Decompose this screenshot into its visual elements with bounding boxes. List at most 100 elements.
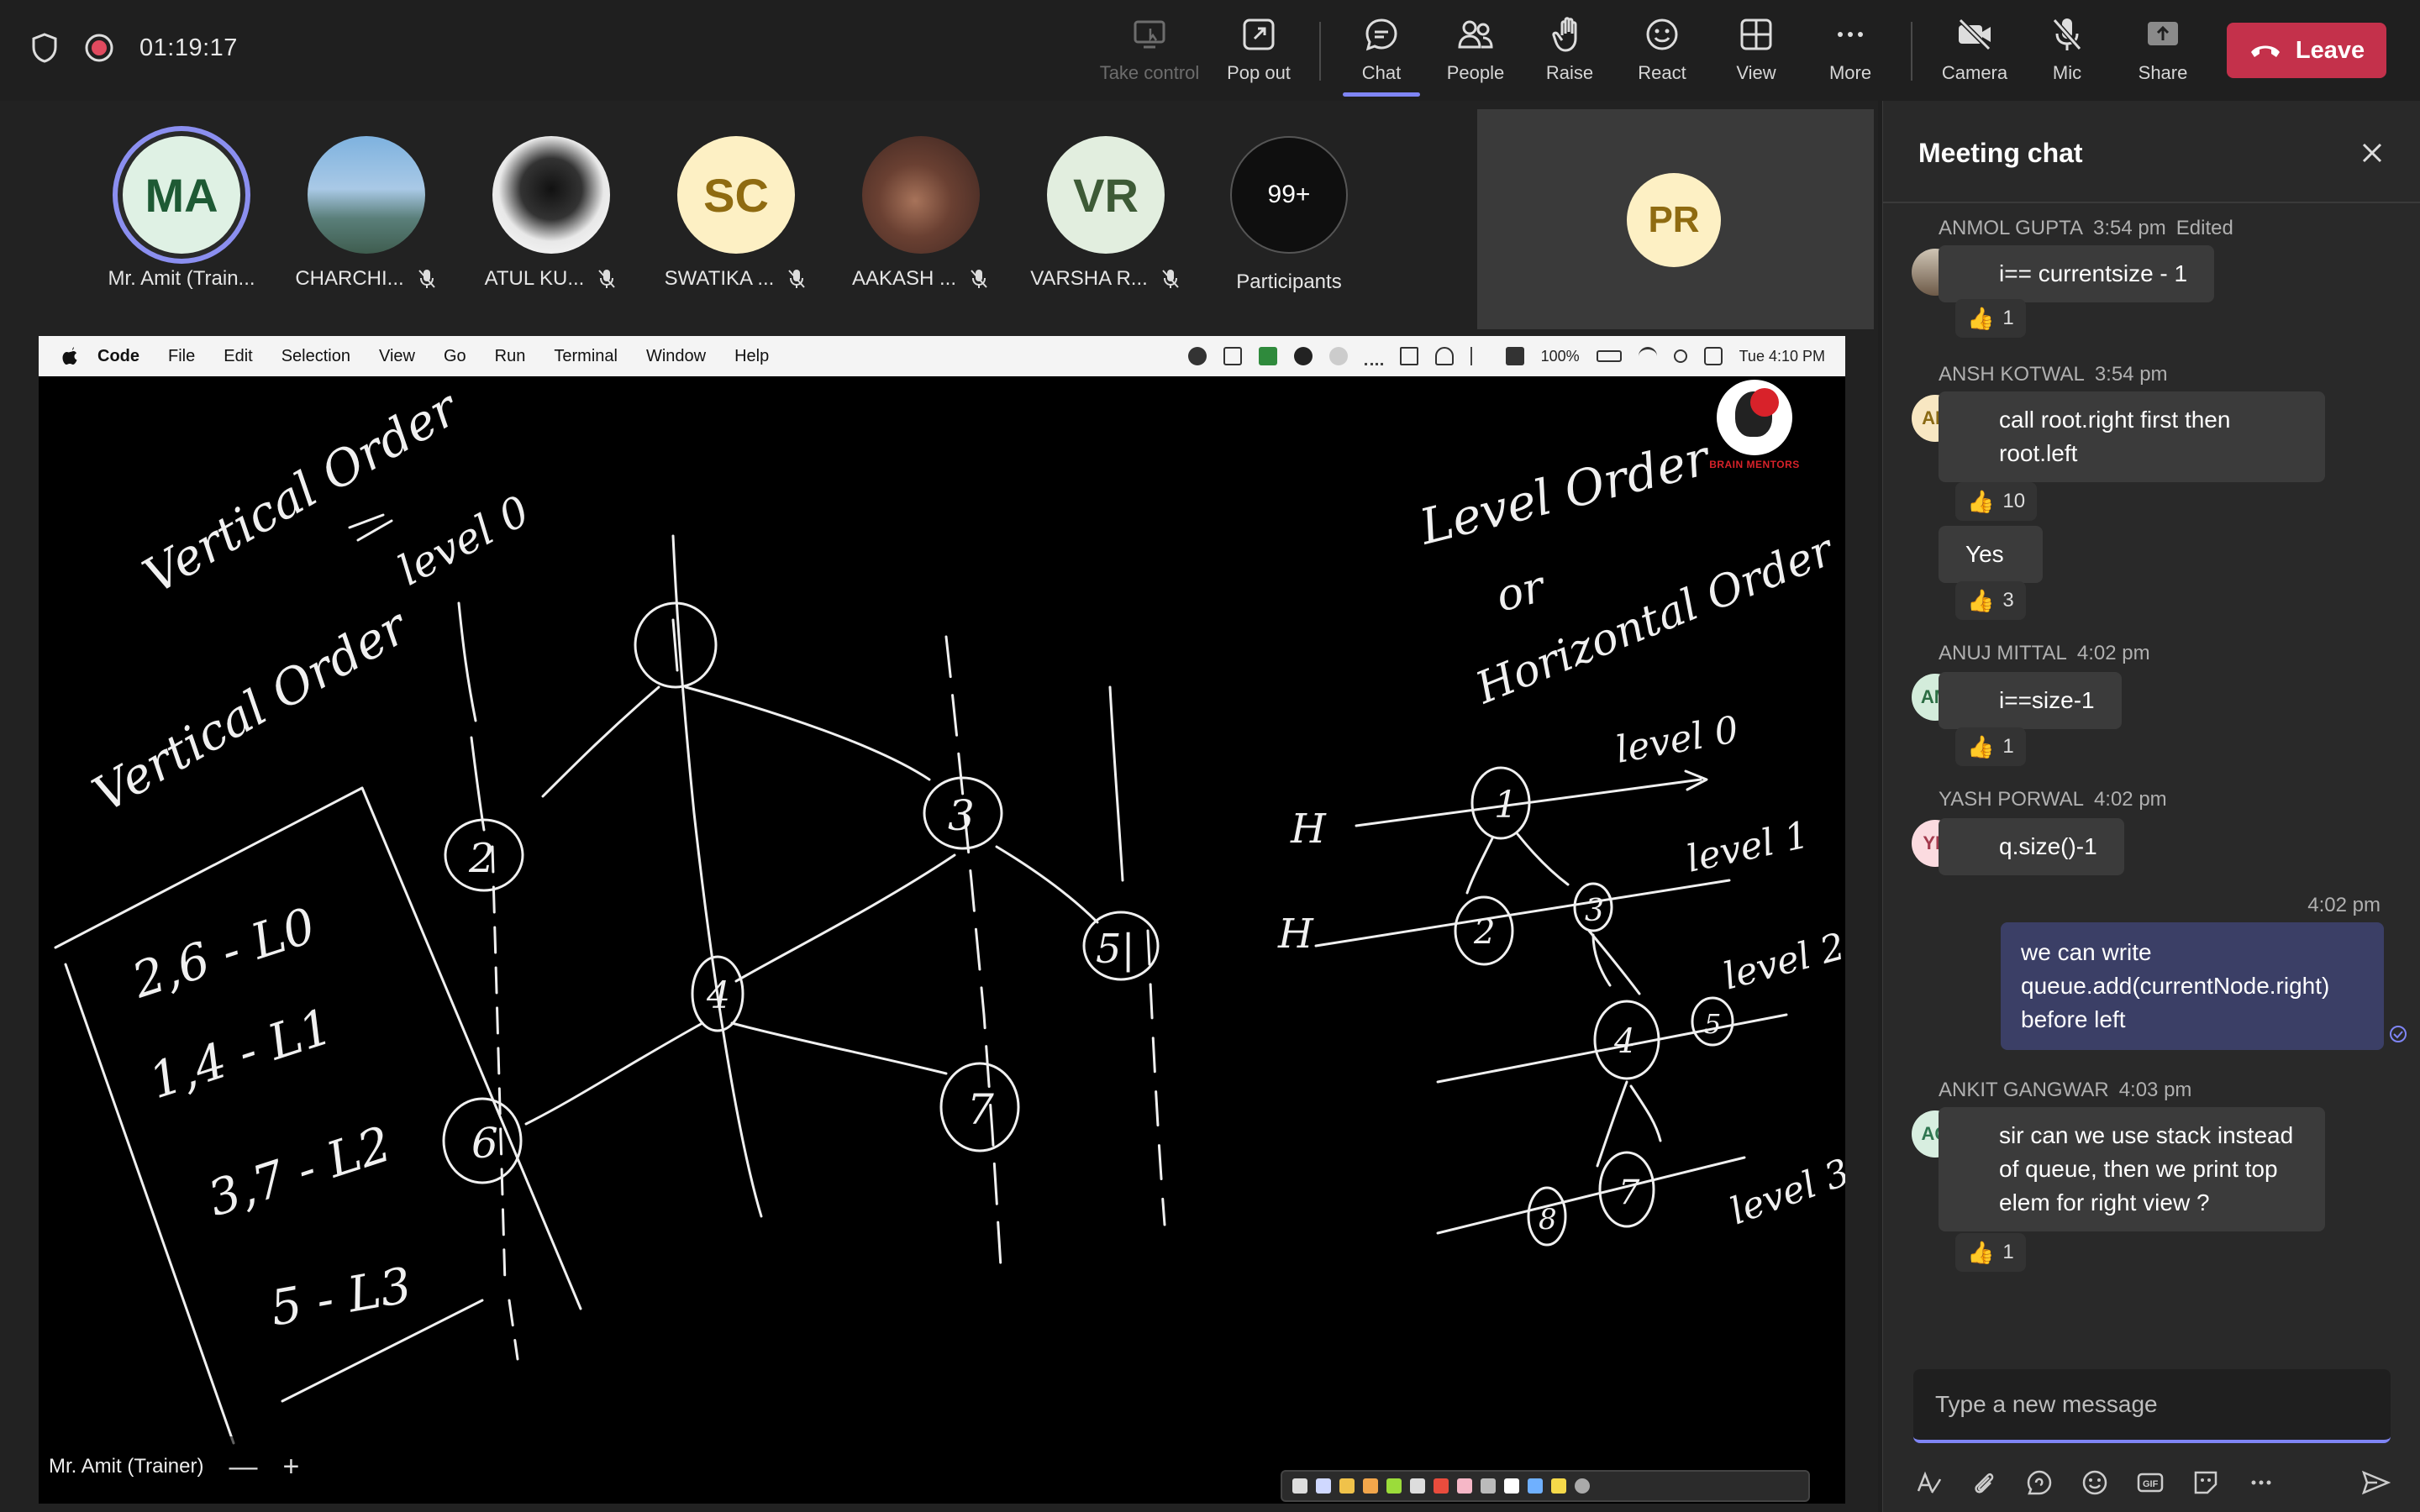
take-control-button[interactable]: Take control [1099,15,1200,91]
menu-item-file[interactable]: File [168,347,195,366]
logo-text: BRAIN MENTORS [1709,459,1800,470]
participant-name: Mr. Amit (Train... [108,267,255,290]
control-center-icon[interactable] [1703,347,1723,365]
participant-tile[interactable]: VR VARSHA R... [1022,136,1190,291]
apple-icon [62,347,77,365]
shape-tool-icon[interactable] [1434,1478,1449,1494]
box-line-2: 1,4 - L1 [142,997,339,1110]
loop-icon[interactable] [2024,1467,2054,1498]
menu-item-edit[interactable]: Edit [224,347,252,366]
chat-title: Meeting chat [1918,138,2083,168]
presenter-label: Mr. Amit (Trainer) — + [39,1436,310,1497]
camera-button[interactable]: Camera [1924,15,2025,91]
mic-button[interactable]: Mic [2017,15,2118,91]
mac-status-area: 100% Tue 4:10 PM [1187,336,1825,376]
reaction-like[interactable]: 👍 1 [1955,299,2026,338]
message-bubble[interactable]: sir can we use stack instead of queue, t… [1939,1107,2325,1231]
message-text: before left [2021,1006,2126,1032]
zoom-in-button[interactable]: + [282,1451,299,1483]
reaction-like[interactable]: 👍 3 [1955,581,2026,620]
share-button[interactable]: Share [2112,15,2213,91]
node-4: 4 [706,974,730,1017]
reaction-like[interactable]: 👍 1 [1955,727,2026,766]
message-bubble[interactable]: Yes [1939,526,2043,583]
attach-icon[interactable] [1969,1467,1999,1498]
menu-item-window[interactable]: Window [646,347,706,366]
message-bubble[interactable]: q.size()-1 [1939,818,2124,875]
chat-button[interactable]: Chat [1331,15,1432,91]
participant-tile[interactable]: CHARCHI... [282,136,450,291]
level-node-4: 4 [1613,1022,1635,1061]
menu-item-view[interactable]: View [379,347,415,366]
format-icon[interactable] [1913,1467,1944,1498]
message-header: ANSH KOTWAL 3:54 pm [1939,363,2168,386]
note-tool-icon[interactable] [1551,1478,1566,1494]
message-bubble[interactable]: i==size-1 [1939,672,2122,729]
shield-icon [32,33,57,63]
react-button[interactable]: React [1612,15,1712,91]
more-label: More [1828,62,1872,83]
message-compose-box[interactable]: Type a new message [1913,1369,2391,1443]
rectangle-tool-icon[interactable] [1504,1478,1519,1494]
message-bubble[interactable]: call root.right first then root.left [1939,391,2325,482]
sticker-icon[interactable] [2191,1467,2221,1498]
vertical-order-subtitle: Vertical Order [83,596,419,823]
settings-icon[interactable] [1575,1478,1590,1494]
menu-item-help[interactable]: Help [734,347,769,366]
more-button[interactable]: More [1800,15,1901,91]
chat-label: Chat [1361,62,1402,83]
search-icon[interactable] [1673,349,1687,363]
participant-name: ATUL KU... [467,267,635,291]
read-receipt-icon [2390,1026,2407,1042]
marker-tool-icon[interactable] [1339,1478,1355,1494]
line-tool-icon[interactable] [1528,1478,1543,1494]
people-button[interactable]: People [1425,15,1526,91]
participant-tile[interactable]: AAKASH ... [837,136,1005,291]
reaction-like[interactable]: 👍 10 [1955,482,2038,521]
pen-tool-icon[interactable] [1363,1478,1378,1494]
participant-tile[interactable]: SC SWATIKA ... [652,136,820,291]
leave-button[interactable]: Leave [2227,23,2386,78]
view-label: View [1736,62,1776,83]
own-message-bubble[interactable]: we can write queue.add(currentNode.right… [2001,922,2384,1050]
raise-hand-button[interactable]: Raise [1519,15,1620,91]
menu-item-selection[interactable]: Selection [281,347,350,366]
menu-item-go[interactable]: Go [444,347,466,366]
level-1-label: level 1 [1683,813,1812,880]
pointer-tool-icon[interactable] [1292,1478,1307,1494]
share-screen-icon [2148,22,2178,45]
menu-item-code[interactable]: Code [97,347,139,366]
eraser-tool-icon[interactable] [1457,1478,1472,1494]
hash-mark: H [1277,911,1314,958]
compose-toolbar: GIF [1913,1462,2401,1504]
close-icon[interactable] [2359,139,2386,166]
more-participants-tile[interactable]: 99+ Participants [1205,136,1373,294]
more-options-icon[interactable] [2246,1467,2276,1498]
chat-message-list[interactable]: ANMOL GUPTA 3:54 pm Edited i== currentsize… [1883,210,2420,1420]
participant-tile[interactable]: ATUL KU... [467,136,635,291]
participant-tile[interactable]: MA Mr. Amit (Train... [97,136,266,291]
message-header: ANMOL GUPTA 3:54 pm Edited [1939,217,2233,240]
svg-text:GIF: GIF [2143,1479,2159,1489]
smiley-icon [1646,18,1678,50]
reaction-like[interactable]: 👍 1 [1955,1233,2026,1272]
view-button[interactable]: View [1706,15,1807,91]
zoom-out-button[interactable]: — [229,1451,257,1483]
menu-item-run[interactable]: Run [495,347,526,366]
self-video-tile[interactable]: PR [1477,109,1874,329]
pop-out-button[interactable]: Pop out [1208,15,1309,91]
message-text: Yes [1965,541,2004,567]
pen-tool-icon[interactable] [1316,1478,1331,1494]
emoji-icon[interactable] [2080,1467,2110,1498]
meeting-chat-panel: Meeting chat ANMOL GUPTA 3:54 pm Edited i=… [1882,101,2420,1512]
message-author: YASH PORWAL [1939,788,2084,811]
cursor-tool-icon[interactable] [1481,1478,1496,1494]
menu-item-terminal[interactable]: Terminal [554,347,618,366]
highlighter-tool-icon[interactable] [1386,1478,1402,1494]
text-tool-icon[interactable] [1410,1478,1425,1494]
send-icon[interactable] [2360,1467,2391,1498]
message-bubble[interactable]: i== currentsize - 1 [1939,245,2215,302]
gif-icon[interactable]: GIF [2135,1467,2165,1498]
message-text: i== currentsize - 1 [1999,260,2188,286]
participants-label: Participants [1236,270,1342,293]
